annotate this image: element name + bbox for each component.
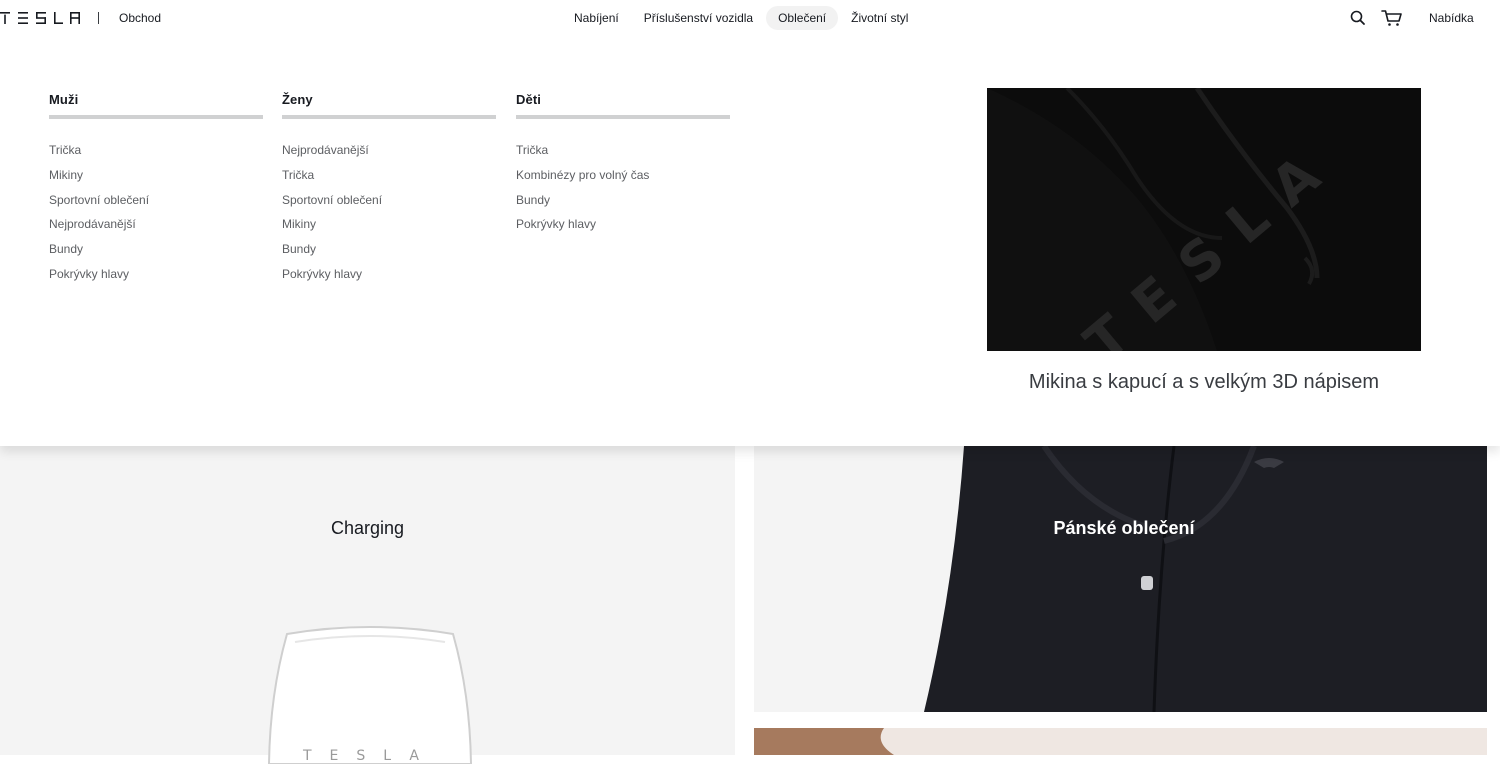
column-title-men[interactable]: Muži: [49, 92, 263, 119]
hoodie-photo: TESLA: [987, 88, 1421, 351]
men-link-tshirts[interactable]: Trička: [49, 143, 81, 157]
apparel-mega-menu: Muži Trička Mikiny Sportovní oblečení Ne…: [0, 36, 1500, 446]
kids-link-onesies[interactable]: Kombinézy pro volný čas: [516, 168, 649, 182]
search-icon: [1350, 10, 1365, 25]
menu-column-women: Ženy Nejprodávanější Trička Sportovní ob…: [282, 92, 496, 290]
women-link-bestsellers[interactable]: Nejprodávanější: [282, 143, 369, 157]
mens-apparel-card-title: Pánské oblečení: [1053, 518, 1195, 538]
men-link-bestsellers[interactable]: Nejprodávanější: [49, 217, 136, 231]
men-link-headwear[interactable]: Pokrývky hlavy: [49, 267, 129, 281]
women-link-hoodies[interactable]: Mikiny: [282, 217, 316, 231]
women-links: Nejprodávanější Trička Sportovní oblečen…: [282, 141, 496, 290]
header-divider: [98, 12, 99, 24]
menu-button[interactable]: Nabídka: [1429, 11, 1474, 25]
main-navigation: Nabíjení Příslušenství vozidla Oblečení …: [562, 6, 921, 30]
charger-lettering: TESLA: [302, 748, 437, 764]
kids-links: Trička Kombinézy pro volný čas Bundy Pok…: [516, 141, 730, 240]
men-links: Trička Mikiny Sportovní oblečení Nejprod…: [49, 141, 263, 290]
promo-card-partial[interactable]: [754, 728, 1487, 755]
kids-link-tshirts[interactable]: Trička: [516, 143, 548, 157]
column-title-women[interactable]: Ženy: [282, 92, 496, 119]
kids-link-headwear[interactable]: Pokrývky hlavy: [516, 217, 596, 231]
tesla-logo[interactable]: [0, 12, 80, 24]
menu-column-kids: Děti Trička Kombinézy pro volný čas Bund…: [516, 92, 730, 240]
charging-card[interactable]: Charging TESLA: [0, 446, 735, 764]
women-link-sportswear[interactable]: Sportovní oblečení: [282, 193, 382, 207]
men-link-sportswear[interactable]: Sportovní oblečení: [49, 193, 149, 207]
nav-charging[interactable]: Nabíjení: [562, 6, 631, 30]
promo-caption[interactable]: Mikina s kapucí a s velkým 3D nápisem: [987, 371, 1421, 394]
jacket-image: [924, 446, 1487, 712]
men-link-jackets[interactable]: Bundy: [49, 242, 83, 256]
promo-hoodie-image[interactable]: TESLA: [987, 88, 1421, 351]
kids-link-jackets[interactable]: Bundy: [516, 193, 550, 207]
women-link-headwear[interactable]: Pokrývky hlavy: [282, 267, 362, 281]
tesla-wordmark-icon: [0, 12, 80, 24]
column-title-kids[interactable]: Děti: [516, 92, 730, 119]
menu-column-men: Muži Trička Mikiny Sportovní oblečení Ne…: [49, 92, 263, 290]
men-link-hoodies[interactable]: Mikiny: [49, 168, 83, 182]
cart-button[interactable]: [1381, 9, 1403, 27]
nav-apparel[interactable]: Oblečení: [766, 6, 839, 30]
nav-vehicle-accessories[interactable]: Příslušenství vozidla: [632, 6, 765, 30]
site-header: Obchod Nabíjení Příslušenství vozidla Ob…: [0, 0, 1500, 36]
charging-card-title: Charging: [330, 518, 405, 538]
search-button[interactable]: [1349, 9, 1367, 27]
women-link-tshirts[interactable]: Trička: [282, 168, 314, 182]
cart-icon: [1381, 10, 1402, 26]
mens-apparel-card[interactable]: Pánské oblečení: [754, 446, 1487, 712]
nav-lifestyle[interactable]: Životní styl: [839, 6, 920, 30]
women-link-jackets[interactable]: Bundy: [282, 242, 316, 256]
wall-connector-image: TESLA: [267, 626, 473, 764]
shop-link[interactable]: Obchod: [119, 11, 161, 25]
partial-photo: [754, 728, 1487, 755]
